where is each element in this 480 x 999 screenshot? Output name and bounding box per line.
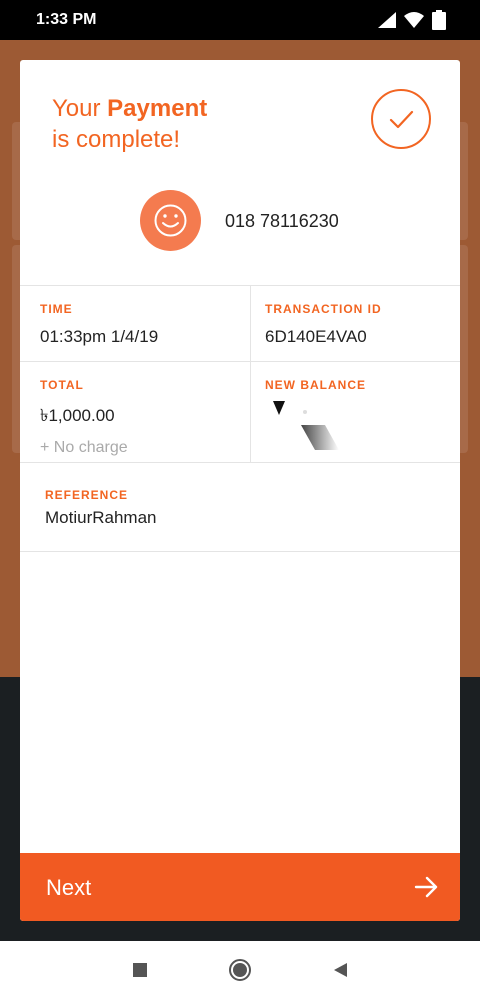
next-button-label: Next	[46, 875, 92, 900]
details-row: TIME 01:33pm 1/4/19 TRANSACTION ID 6D140…	[20, 286, 460, 362]
heading-line2: is complete!	[52, 126, 181, 153]
status-bar: 1:33 PM	[0, 0, 480, 40]
home-button[interactable]	[228, 958, 252, 982]
time-label: TIME	[40, 302, 73, 316]
reference-value: MotiurRahman	[45, 508, 157, 527]
next-button[interactable]: Next	[20, 853, 460, 921]
total-value: ৳1,000.00	[40, 406, 115, 425]
total-cell: TOTAL ৳1,000.00 + No charge	[20, 362, 250, 462]
new-balance-cell: NEW BALANCE	[250, 362, 460, 462]
payment-complete-dialog: Your Payment is complete! 018 78116230 T…	[20, 60, 460, 921]
smiley-avatar-icon	[140, 190, 201, 251]
page-title: Your Payment is complete!	[52, 93, 207, 155]
transaction-details: TIME 01:33pm 1/4/19 TRANSACTION ID 6D140…	[20, 285, 460, 463]
reference-label: REFERENCE	[45, 488, 129, 502]
transaction-id-label: TRANSACTION ID	[265, 302, 382, 316]
battery-icon	[432, 10, 446, 30]
triangle-back-icon	[334, 963, 347, 977]
heading-prefix: Your	[52, 95, 108, 122]
details-row: TOTAL ৳1,000.00 + No charge NEW BALANCE	[20, 362, 460, 463]
status-icons	[378, 10, 446, 30]
check-icon	[371, 89, 431, 149]
new-balance-label: NEW BALANCE	[265, 378, 366, 392]
signal-icon	[378, 12, 396, 28]
wifi-icon	[404, 12, 424, 28]
heading-bold: Payment	[107, 95, 208, 122]
time-cell: TIME 01:33pm 1/4/19	[20, 286, 250, 361]
reference-section: REFERENCE MotiurRahman	[20, 463, 460, 552]
balance-hidden-glyphs	[265, 396, 460, 456]
recipient-number: 018 78116230	[225, 211, 339, 231]
time-value: 01:33pm 1/4/19	[40, 327, 159, 346]
square-icon	[133, 963, 147, 977]
recents-button[interactable]	[128, 958, 152, 982]
total-charge-note: + No charge	[40, 439, 128, 456]
arrow-right-icon	[414, 876, 438, 898]
status-time: 1:33 PM	[36, 11, 97, 28]
system-navigation-bar	[0, 941, 480, 999]
transaction-id-value: 6D140E4VA0	[265, 327, 367, 346]
transaction-id-cell: TRANSACTION ID 6D140E4VA0	[250, 286, 460, 361]
back-button[interactable]	[328, 958, 352, 982]
circle-icon	[229, 959, 251, 981]
total-label: TOTAL	[40, 378, 84, 392]
